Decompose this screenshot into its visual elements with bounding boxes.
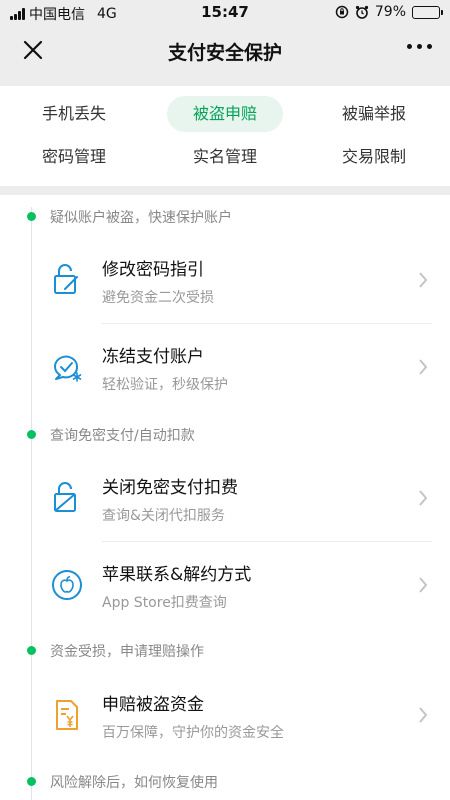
item-subtitle: 查询&关闭代扣服务 [102, 508, 225, 524]
section-header: 疑似账户被盗，快速保护账户 [0, 205, 450, 229]
item-title: 冻结支付账户 [102, 347, 204, 367]
section-title: 查询免密支付/自动扣款 [50, 428, 195, 444]
chevron-right-icon [419, 490, 428, 506]
section-header: 资金受损，申请理赔操作 [0, 639, 450, 663]
section-title: 风险解除后，如何恢复使用 [50, 775, 218, 791]
timeline-dot [27, 777, 36, 786]
chevron-right-icon [419, 707, 428, 723]
tab-password-manage[interactable]: 密码管理 [16, 139, 132, 175]
section-title: 资金受损，申请理赔操作 [50, 644, 204, 660]
chevron-right-icon [419, 577, 428, 593]
item-subtitle: 百万保障，守护你的资金安全 [102, 725, 284, 741]
timeline-dot [27, 646, 36, 655]
alarm-icon [355, 5, 368, 19]
timeline-dot [27, 430, 36, 439]
lock-edit-icon [54, 264, 78, 294]
item-title: 苹果联系&解约方式 [102, 565, 252, 585]
timeline-line [31, 207, 32, 800]
item-freeze-account[interactable]: 冻结支付账户 轻松验证，秒级保护 [40, 324, 432, 410]
chevron-right-icon [419, 359, 428, 375]
tab-theft-claim[interactable]: 被盗申赔 [167, 96, 283, 132]
close-icon[interactable] [18, 38, 48, 64]
item-change-password-guide[interactable]: 修改密码指引 避免资金二次受损 [40, 237, 432, 323]
item-subtitle: App Store扣费查询 [102, 595, 227, 611]
battery-percent: 79% [374, 4, 406, 20]
status-right: 79% [335, 4, 443, 20]
tab-fraud-report[interactable]: 被骗举报 [316, 96, 432, 132]
section-title: 疑似账户被盗，快速保护账户 [50, 210, 232, 226]
item-title: 申赔被盗资金 [102, 695, 204, 715]
tab-transaction-limit[interactable]: 交易限制 [316, 139, 432, 175]
section-header: 风险解除后，如何恢复使用 [0, 770, 450, 794]
chevron-right-icon [419, 272, 428, 288]
freeze-icon [54, 355, 82, 382]
content-list: 疑似账户被盗，快速保护账户 修改密码指引 避免资金二次受损 冻结支付账户 轻松验… [0, 195, 450, 800]
page-title: 支付安全保护 [167, 42, 282, 64]
category-tabs: 手机丢失 被盗申赔 被骗举报 密码管理 实名管理 交易限制 [0, 86, 450, 186]
item-disable-passwordless-pay[interactable]: 关闭免密支付扣费 查询&关闭代扣服务 [40, 455, 432, 541]
item-apple-contact[interactable]: 苹果联系&解约方式 App Store扣费查询 [40, 542, 432, 628]
item-title: 修改密码指引 [102, 260, 204, 280]
item-theft-claim[interactable]: 申赔被盗资金 百万保障，守护你的资金安全 [40, 672, 432, 758]
nav-bar: 支付安全保护 [0, 26, 450, 76]
tab-realname-manage[interactable]: 实名管理 [167, 139, 283, 175]
apple-icon [52, 570, 82, 600]
timeline-dot [27, 212, 36, 221]
no-password-icon [54, 482, 76, 512]
item-subtitle: 避免资金二次受损 [102, 290, 214, 306]
battery-icon [412, 5, 443, 19]
item-title: 关闭免密支付扣费 [102, 478, 238, 498]
item-subtitle: 轻松验证，秒级保护 [102, 377, 228, 393]
claim-document-icon [56, 700, 78, 730]
tab-phone-lost[interactable]: 手机丢失 [16, 96, 132, 132]
orientation-lock-icon [335, 5, 349, 19]
section-header: 查询免密支付/自动扣款 [0, 423, 450, 447]
status-bar: 中国电信 4G 15:47 79% [0, 0, 450, 26]
more-icon[interactable] [407, 44, 432, 49]
